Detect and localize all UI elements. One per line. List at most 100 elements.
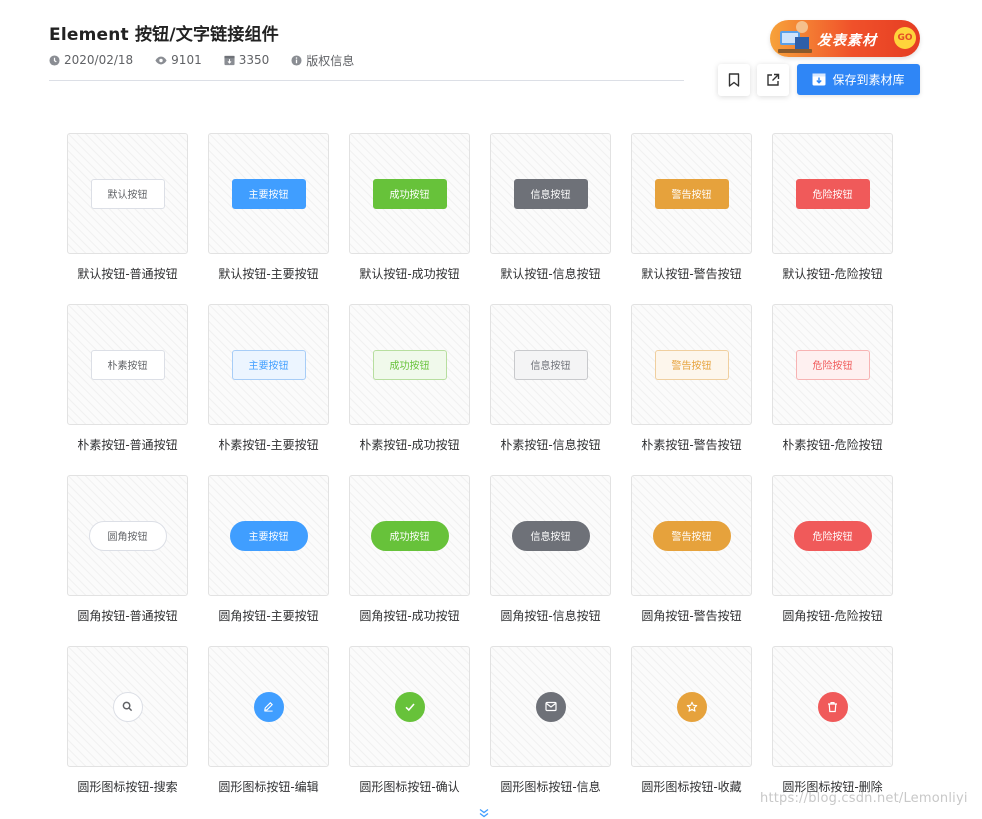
round-success-button-preview[interactable]: 成功按钮 xyxy=(370,520,449,551)
card-caption[interactable]: 圆角按钮-成功按钮 xyxy=(339,607,480,624)
publish-promo-banner[interactable]: 发表素材 GO xyxy=(770,20,920,57)
component-card[interactable]: 警告按钮 xyxy=(631,475,752,596)
component-card[interactable]: 警告按钮 xyxy=(631,133,752,254)
card-caption[interactable]: 朴素按钮-危险按钮 xyxy=(762,436,903,453)
normal-warning-button-preview[interactable]: 警告按钮 xyxy=(654,178,729,209)
bookmark-button[interactable] xyxy=(718,64,750,96)
card-caption[interactable]: 朴素按钮-主要按钮 xyxy=(198,436,339,453)
button-preview-label: 主要按钮 xyxy=(248,361,289,372)
plain-success-button-preview[interactable]: 成功按钮 xyxy=(372,349,447,380)
info-icon xyxy=(291,54,302,66)
component-card[interactable]: 朴素按钮 xyxy=(67,304,188,425)
component-card[interactable]: 圆角按钮 xyxy=(67,475,188,596)
component-card[interactable]: 危险按钮 xyxy=(772,475,893,596)
round-info-button-preview[interactable]: 信息按钮 xyxy=(511,520,590,551)
card-caption[interactable]: 圆形图标按钮-信息 xyxy=(480,778,621,795)
card-caption[interactable]: 圆形图标按钮-确认 xyxy=(339,778,480,795)
card-caption[interactable]: 圆角按钮-信息按钮 xyxy=(480,607,621,624)
watermark-text: https://blog.csdn.net/Lemonliyi xyxy=(760,791,968,806)
card-caption[interactable]: 朴素按钮-普通按钮 xyxy=(57,436,198,453)
button-preview-label: 主要按钮 xyxy=(248,532,289,543)
component-card[interactable]: 成功按钮 xyxy=(349,304,470,425)
component-card[interactable] xyxy=(208,646,329,767)
circle-primary-button-preview[interactable] xyxy=(253,691,284,722)
component-card[interactable]: 危险按钮 xyxy=(772,133,893,254)
button-preview-label: 信息按钮 xyxy=(530,190,571,201)
component-card[interactable] xyxy=(772,646,893,767)
component-card[interactable]: 危险按钮 xyxy=(772,304,893,425)
card-caption[interactable]: 默认按钮-成功按钮 xyxy=(339,265,480,282)
publish-promo-label: 发表素材 xyxy=(817,33,877,49)
circle-success-button-preview[interactable] xyxy=(394,691,425,722)
card-caption[interactable]: 朴素按钮-成功按钮 xyxy=(339,436,480,453)
share-button[interactable] xyxy=(757,64,789,96)
meta-bar: 2020/02/18 9101 3350 版权信息 xyxy=(49,52,376,68)
component-card[interactable]: 成功按钮 xyxy=(349,475,470,596)
card-caption[interactable]: 默认按钮-主要按钮 xyxy=(198,265,339,282)
normal-danger-button-preview[interactable]: 危险按钮 xyxy=(795,178,870,209)
circle-default-button-preview[interactable] xyxy=(112,691,143,722)
plain-default-button-preview[interactable]: 朴素按钮 xyxy=(90,349,165,380)
component-card[interactable] xyxy=(631,646,752,767)
button-preview-label: 主要按钮 xyxy=(248,190,289,201)
component-card[interactable]: 信息按钮 xyxy=(490,304,611,425)
meta-downloads: 3350 xyxy=(224,53,269,67)
meta-copyright[interactable]: 版权信息 xyxy=(291,52,354,69)
card-caption[interactable]: 圆形图标按钮-编辑 xyxy=(198,778,339,795)
component-card[interactable]: 警告按钮 xyxy=(631,304,752,425)
button-preview-label: 成功按钮 xyxy=(389,532,430,543)
component-card[interactable]: 主要按钮 xyxy=(208,133,329,254)
card-caption[interactable]: 圆角按钮-警告按钮 xyxy=(621,607,762,624)
card-caption[interactable]: 默认按钮-普通按钮 xyxy=(57,265,198,282)
button-preview-label: 危险按钮 xyxy=(812,532,853,543)
component-card[interactable]: 信息按钮 xyxy=(490,133,611,254)
button-preview-label: 成功按钮 xyxy=(389,190,430,201)
button-preview-label: 圆角按钮 xyxy=(107,532,148,543)
save-to-library-button[interactable]: 保存到素材库 xyxy=(797,64,920,95)
component-card[interactable] xyxy=(490,646,611,767)
card-caption[interactable]: 圆形图标按钮-收藏 xyxy=(621,778,762,795)
meta-date: 2020/02/18 xyxy=(49,53,133,67)
card-caption[interactable]: 默认按钮-信息按钮 xyxy=(480,265,621,282)
button-preview-label: 危险按钮 xyxy=(812,361,853,372)
normal-default-button-preview[interactable]: 默认按钮 xyxy=(90,178,165,209)
plain-info-button-preview[interactable]: 信息按钮 xyxy=(513,349,588,380)
card-caption[interactable]: 默认按钮-警告按钮 xyxy=(621,265,762,282)
plain-warning-button-preview[interactable]: 警告按钮 xyxy=(654,349,729,380)
button-preview-label: 警告按钮 xyxy=(671,532,712,543)
component-card[interactable]: 成功按钮 xyxy=(349,133,470,254)
circle-warning-button-preview[interactable] xyxy=(676,691,707,722)
card-caption[interactable]: 圆形图标按钮-搜索 xyxy=(57,778,198,795)
person-at-desk-icon xyxy=(778,21,812,53)
component-card[interactable] xyxy=(67,646,188,767)
component-card[interactable]: 默认按钮 xyxy=(67,133,188,254)
circle-info-button-preview[interactable] xyxy=(535,691,566,722)
component-card[interactable]: 信息按钮 xyxy=(490,475,611,596)
round-warning-button-preview[interactable]: 警告按钮 xyxy=(652,520,731,551)
scroll-down-chevron-icon[interactable] xyxy=(478,808,490,818)
normal-primary-button-preview[interactable]: 主要按钮 xyxy=(231,178,306,209)
card-caption[interactable]: 圆角按钮-主要按钮 xyxy=(198,607,339,624)
plain-danger-button-preview[interactable]: 危险按钮 xyxy=(795,349,870,380)
component-card[interactable]: 主要按钮 xyxy=(208,475,329,596)
normal-info-button-preview[interactable]: 信息按钮 xyxy=(513,178,588,209)
card-caption[interactable]: 朴素按钮-警告按钮 xyxy=(621,436,762,453)
round-default-button-preview[interactable]: 圆角按钮 xyxy=(88,520,167,551)
normal-success-button-preview[interactable]: 成功按钮 xyxy=(372,178,447,209)
meta-copyright-text: 版权信息 xyxy=(306,53,355,68)
round-primary-button-preview[interactable]: 主要按钮 xyxy=(229,520,308,551)
circle-danger-button-preview[interactable] xyxy=(817,691,848,722)
component-card[interactable] xyxy=(349,646,470,767)
button-preview-label: 信息按钮 xyxy=(530,361,571,372)
button-preview-label: 危险按钮 xyxy=(812,190,853,201)
card-caption[interactable]: 圆角按钮-普通按钮 xyxy=(57,607,198,624)
card-caption[interactable]: 默认按钮-危险按钮 xyxy=(762,265,903,282)
card-caption[interactable]: 朴素按钮-信息按钮 xyxy=(480,436,621,453)
page-title: Element 按钮/文字链接组件 xyxy=(49,25,279,45)
plain-primary-button-preview[interactable]: 主要按钮 xyxy=(231,349,306,380)
card-caption[interactable]: 圆角按钮-危险按钮 xyxy=(762,607,903,624)
search-icon xyxy=(122,701,133,712)
meta-views: 9101 xyxy=(155,53,202,67)
round-danger-button-preview[interactable]: 危险按钮 xyxy=(793,520,872,551)
component-card[interactable]: 主要按钮 xyxy=(208,304,329,425)
